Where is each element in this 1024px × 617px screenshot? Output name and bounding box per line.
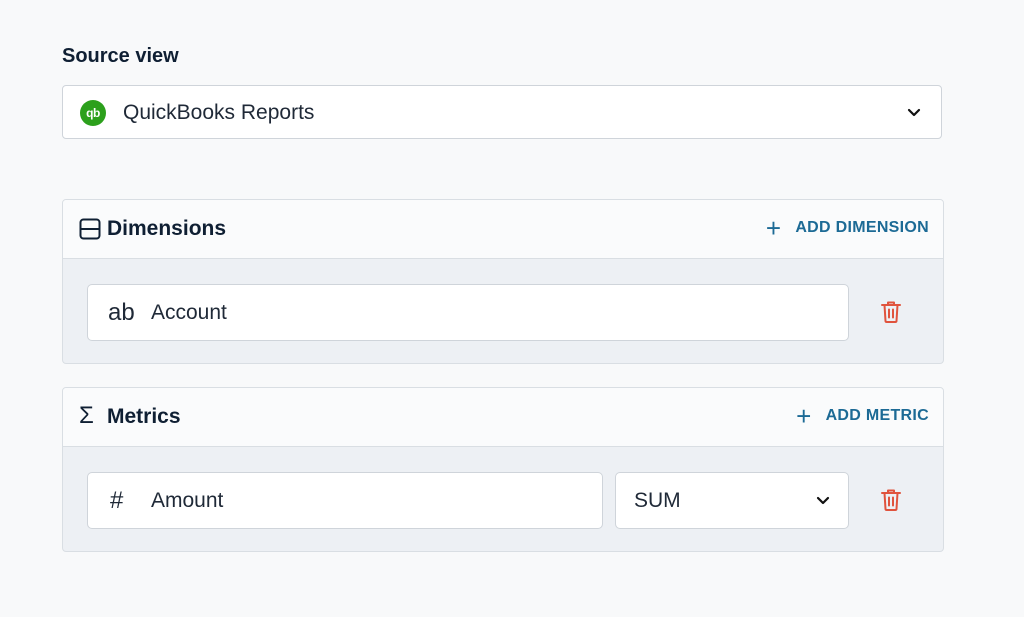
dimensions-header: Dimensions + ADD DIMENSION	[63, 200, 943, 259]
dimension-value: Account	[151, 301, 227, 324]
trash-icon[interactable]	[880, 488, 902, 512]
metrics-title: Metrics	[107, 405, 181, 428]
text-type-icon: ab	[108, 299, 135, 326]
quickbooks-logo: qb	[80, 100, 106, 126]
dimension-field-account[interactable]: ab Account	[87, 284, 849, 341]
add-metric-button[interactable]: + ADD METRIC	[796, 401, 929, 431]
table-rows-icon	[79, 218, 101, 240]
add-dimension-button[interactable]: + ADD DIMENSION	[765, 213, 929, 243]
plus-icon: +	[765, 213, 782, 243]
metric-value: Amount	[151, 489, 224, 512]
dimensions-panel: Dimensions + ADD DIMENSION ab Account	[62, 199, 944, 364]
dimensions-title: Dimensions	[107, 217, 227, 240]
aggregation-value: SUM	[634, 489, 681, 512]
aggregation-select[interactable]: SUM	[615, 472, 849, 529]
chevron-down-icon	[816, 496, 830, 505]
source-view-value: QuickBooks Reports	[123, 101, 315, 124]
sigma-icon: Σ	[79, 402, 94, 429]
metrics-panel: Σ Metrics + ADD METRIC # Amount SUM	[62, 387, 944, 552]
metric-field-amount[interactable]: # Amount	[87, 472, 603, 529]
plus-icon: +	[796, 401, 812, 431]
number-type-icon: #	[110, 487, 124, 514]
add-metric-label: ADD METRIC	[825, 407, 929, 424]
add-dimension-label: ADD DIMENSION	[795, 219, 929, 236]
source-view-select[interactable]: qb QuickBooks Reports	[62, 85, 942, 139]
metrics-header: Σ Metrics + ADD METRIC	[63, 388, 943, 447]
trash-icon[interactable]	[880, 300, 902, 324]
source-view-label: Source view	[62, 45, 179, 67]
chevron-down-icon	[907, 108, 921, 117]
